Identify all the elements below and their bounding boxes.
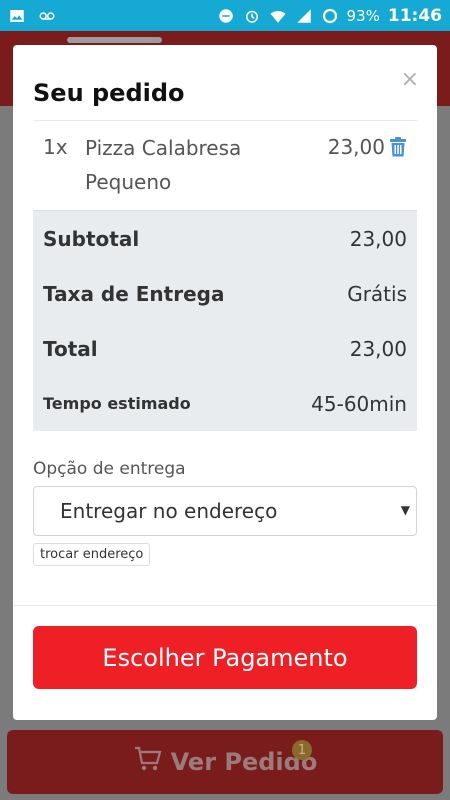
view-order-button[interactable]: Ver Pedido 1 [7,730,443,794]
item-name: Pizza Calabresa Pequeno [85,131,328,210]
item-price-group: 23,00 [328,135,407,210]
image-icon [8,7,26,25]
delivery-option-value: Entregar no endereço [60,499,278,523]
caret-down-icon: ▼ [400,503,410,517]
item-name-line1: Pizza Calabresa [85,136,242,160]
cart-icon [133,744,163,780]
choose-payment-button[interactable]: Escolher Pagamento [33,626,417,689]
order-item: 1x Pizza Calabresa Pequeno 23,00 [33,121,417,210]
item-name-line2: Pequeno [85,170,172,194]
item-price: 23,00 [327,135,385,159]
estimated-time-row: Tempo estimado 45-60min [33,376,417,431]
delivery-option-label: Opção de entrega [33,459,186,479]
subtotal-value: 23,00 [349,226,407,251]
modal-title: Seu pedido [33,79,185,107]
subtotal-row: Subtotal 23,00 [33,211,417,266]
voicemail-icon [38,7,56,25]
modal-footer: Escolher Pagamento [13,605,437,720]
signal-icon [295,7,313,25]
delivery-fee-value: Grátis [347,281,407,306]
delivery-fee-label: Taxa de Entrega [43,281,225,306]
subtotal-label: Subtotal [43,226,140,251]
cart-count-badge: 1 [292,740,312,760]
status-bar: 93% 11:46 [0,0,450,31]
change-address-button[interactable]: trocar endereço [33,543,151,566]
estimated-time-value: 45-60min [311,391,407,416]
delivery-fee-row: Taxa de Entrega Grátis [33,266,417,321]
background-handle [67,37,162,43]
modal-header: Seu pedido × [33,45,419,121]
alarm-icon [243,7,261,25]
battery-icon [321,7,339,25]
battery-percent: 93% [346,6,380,25]
wifi-icon [269,7,287,25]
delivery-section: Opção de entrega Entregar no endereço ▼ … [33,459,417,566]
do-not-disturb-icon [217,7,235,25]
trash-icon[interactable] [389,137,407,157]
delivery-option-select[interactable]: Entregar no endereço ▼ [33,486,417,536]
order-modal: Seu pedido × 1x Pizza Calabresa Pequeno … [13,45,437,720]
estimated-time-label: Tempo estimado [43,394,191,413]
clock: 11:46 [387,5,442,26]
total-value: 23,00 [349,336,407,361]
item-quantity: 1x [43,135,68,159]
order-summary: Subtotal 23,00 Taxa de Entrega Grátis To… [33,210,417,431]
close-button[interactable]: × [401,67,419,92]
total-row: Total 23,00 [33,321,417,376]
total-label: Total [43,336,98,361]
